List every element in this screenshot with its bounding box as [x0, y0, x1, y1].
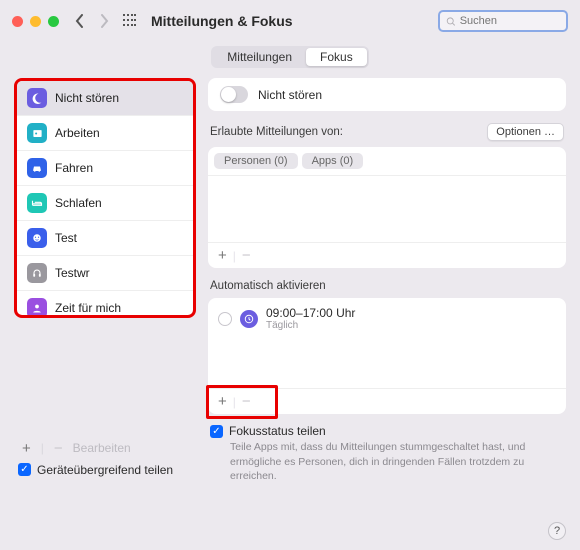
checkbox-checked-icon[interactable]: ✓ [18, 463, 31, 476]
close-button[interactable] [12, 16, 23, 27]
sidebar-item-label: Nicht stören [55, 91, 119, 105]
auto-title: Automatisch aktivieren [210, 280, 326, 292]
add-schedule-button[interactable]: + [214, 393, 231, 410]
share-status-title: Fokusstatus teilen [229, 424, 326, 438]
focus-toggle-row: Nicht stören [208, 78, 566, 111]
search-field[interactable] [460, 15, 560, 27]
sidebar-footer: + | − Bearbeiten [14, 434, 196, 457]
segmented-control[interactable]: Mitteilungen Fokus [211, 46, 368, 68]
car-icon [27, 158, 47, 178]
search-input[interactable] [438, 10, 568, 32]
options-button[interactable]: Optionen … [487, 123, 564, 141]
allowed-card: Personen (0) Apps (0) + | − [208, 147, 566, 268]
sidebar-item-label: Testwr [55, 266, 90, 280]
tab-row: Mitteilungen Fokus [0, 42, 580, 78]
auto-section-header: Automatisch aktivieren [208, 274, 566, 292]
sidebar-item-test[interactable]: Test [17, 221, 193, 256]
focus-sidebar: Nicht stören Arbeiten Fahren Schlafen Te… [14, 78, 196, 318]
schedule-repeat: Täglich [266, 320, 355, 332]
minimize-button[interactable] [30, 16, 41, 27]
remove-focus-button[interactable]: − [50, 440, 67, 457]
sidebar-item-driving[interactable]: Fahren [17, 151, 193, 186]
nav-arrows [75, 14, 109, 28]
schedule-radio[interactable] [218, 312, 232, 326]
allowed-footer: + | − [208, 242, 566, 268]
sidebar-item-sleep[interactable]: Schlafen [17, 186, 193, 221]
edit-button[interactable]: Bearbeiten [73, 441, 131, 455]
person-icon [27, 298, 47, 318]
allowed-section-header: Erlaubte Mitteilungen von: Optionen … [208, 117, 566, 141]
sidebar-item-label: Test [55, 231, 77, 245]
sidebar-item-testwr[interactable]: Testwr [17, 256, 193, 291]
add-focus-button[interactable]: + [18, 440, 35, 457]
search-icon [446, 16, 456, 27]
remove-schedule-button[interactable]: − [238, 393, 255, 410]
sidebar-item-label: Fahren [55, 161, 93, 175]
tab-notifications[interactable]: Mitteilungen [213, 48, 306, 66]
titlebar: Mitteilungen & Fokus [0, 0, 580, 42]
forward-icon[interactable] [99, 14, 109, 28]
share-status-sub: Teile Apps mit, dass du Mitteilungen stu… [210, 438, 564, 483]
id-icon [27, 123, 47, 143]
checkbox-checked-icon[interactable]: ✓ [210, 425, 223, 438]
sidebar-item-work[interactable]: Arbeiten [17, 116, 193, 151]
sidebar-item-dnd[interactable]: Nicht stören [17, 81, 193, 116]
dnd-toggle-label: Nicht stören [258, 88, 322, 102]
schedule-item[interactable]: 09:00–17:00 Uhr Täglich [208, 298, 566, 340]
share-across-label: Geräteübergreifend teilen [37, 463, 173, 477]
back-icon[interactable] [75, 14, 85, 28]
window-title: Mitteilungen & Fokus [151, 13, 293, 29]
moon-icon [27, 88, 47, 108]
help-button[interactable]: ? [548, 522, 566, 540]
schedule-footer: + | − [208, 388, 566, 414]
add-allowed-button[interactable]: + [214, 247, 231, 264]
schedule-card: 09:00–17:00 Uhr Täglich + | − [208, 298, 566, 414]
share-across-devices[interactable]: ✓ Geräteübergreifend teilen [14, 457, 196, 483]
schedule-body [208, 340, 566, 388]
schedule-text: 09:00–17:00 Uhr Täglich [266, 306, 355, 332]
allowed-list [208, 176, 566, 242]
apps-grid-icon[interactable] [123, 14, 137, 28]
headphones-icon [27, 263, 47, 283]
maximize-button[interactable] [48, 16, 59, 27]
allowed-title: Erlaubte Mitteilungen von: [210, 126, 343, 138]
sidebar-item-label: Zeit für mich [55, 301, 121, 315]
share-status-block: ✓ Fokusstatus teilen Teile Apps mit, das… [208, 420, 566, 483]
sidebar-item-personal[interactable]: Zeit für mich [17, 291, 193, 318]
clock-icon [240, 310, 258, 328]
schedule-time: 09:00–17:00 Uhr [266, 306, 355, 320]
sidebar-item-label: Schlafen [55, 196, 102, 210]
allowed-pills: Personen (0) Apps (0) [208, 147, 566, 176]
face-icon [27, 228, 47, 248]
bed-icon [27, 193, 47, 213]
dnd-switch[interactable] [220, 86, 248, 103]
remove-allowed-button[interactable]: − [238, 247, 255, 264]
people-pill[interactable]: Personen (0) [214, 153, 298, 169]
tab-focus[interactable]: Fokus [306, 48, 367, 66]
share-status-row[interactable]: ✓ Fokusstatus teilen [210, 424, 564, 438]
window-controls [12, 16, 59, 27]
sidebar-item-label: Arbeiten [55, 126, 100, 140]
apps-pill[interactable]: Apps (0) [302, 153, 364, 169]
